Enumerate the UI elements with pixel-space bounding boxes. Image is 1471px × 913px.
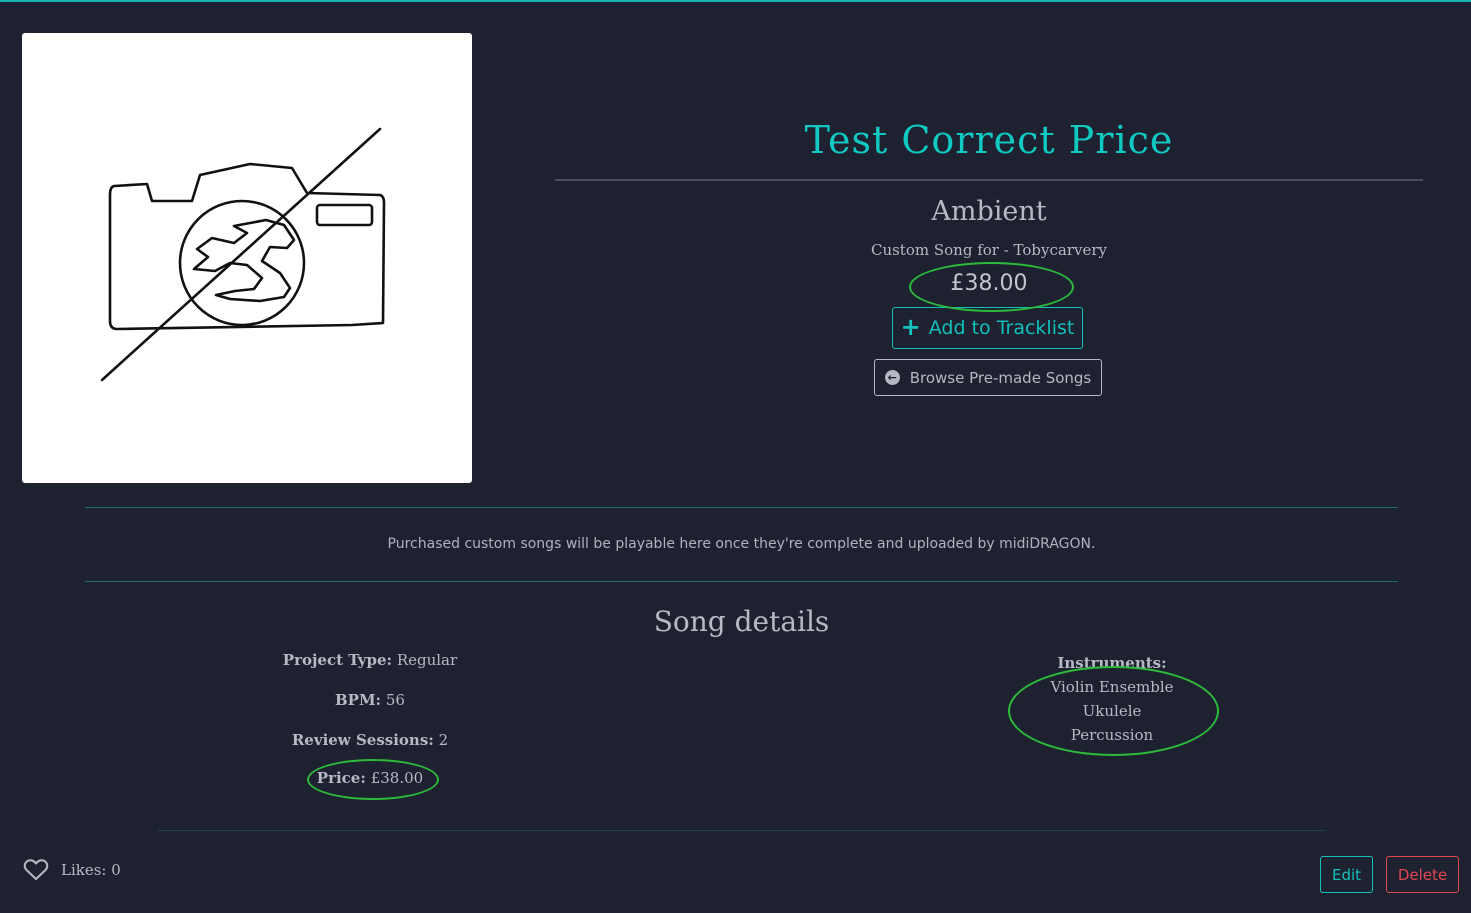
- review-sessions-label: Review Sessions:: [291, 731, 434, 749]
- plus-icon: +: [900, 313, 921, 341]
- likes-label: Likes:: [61, 861, 107, 879]
- playback-notice: Purchased custom songs will be playable …: [387, 536, 1096, 552]
- likes-control: Likes: 0: [23, 858, 121, 882]
- section-divider-bottom: [85, 581, 1398, 582]
- review-sessions-row: Review Sessions: 2: [170, 731, 570, 749]
- heart-icon[interactable]: [23, 858, 49, 882]
- bpm-row: BPM: 56: [170, 691, 570, 709]
- price-value: £38.00: [370, 769, 424, 787]
- project-type-value: Regular: [396, 651, 458, 669]
- price-row: Price: £38.00: [170, 769, 570, 787]
- genre-heading: Ambient: [931, 196, 1047, 227]
- product-image: [22, 33, 472, 483]
- custom-song-subtitle: Custom Song for - Tobycarvery: [870, 241, 1108, 259]
- bpm-label: BPM:: [335, 691, 382, 709]
- delete-button[interactable]: Delete: [1386, 856, 1459, 893]
- project-type-row: Project Type: Regular: [170, 651, 570, 669]
- instruments-label: Instruments:: [1057, 654, 1167, 672]
- browse-premade-songs-label: Browse Pre-made Songs: [909, 368, 1092, 387]
- instrument-item: Violin Ensemble: [1050, 678, 1174, 696]
- browse-premade-songs-button[interactable]: ← Browse Pre-made Songs: [874, 359, 1102, 396]
- title-divider: [555, 179, 1423, 181]
- instrument-item: Ukulele: [1082, 702, 1142, 720]
- top-accent-rule: [0, 0, 1471, 2]
- likes-count: 0: [111, 861, 121, 879]
- no-image-camera-dragon-icon: [100, 127, 386, 382]
- price-label: Price:: [316, 769, 366, 787]
- arrow-left-circle-icon: ←: [884, 370, 900, 385]
- song-details-heading: Song details: [653, 605, 830, 638]
- instrument-item: Percussion: [1070, 726, 1154, 744]
- review-sessions-value: 2: [438, 731, 449, 749]
- instruments-block: Instruments: Violin Ensemble Ukulele Per…: [962, 651, 1262, 747]
- bpm-value: 56: [385, 691, 405, 709]
- edit-button[interactable]: Edit: [1320, 856, 1373, 893]
- add-to-tracklist-label: Add to Tracklist: [928, 317, 1075, 339]
- footer-divider: [158, 830, 1325, 831]
- section-divider-top: [85, 507, 1398, 508]
- add-to-tracklist-button[interactable]: + Add to Tracklist: [892, 307, 1083, 349]
- price-display: £38.00: [950, 271, 1028, 296]
- page-title: Test Correct Price: [804, 118, 1174, 162]
- project-type-label: Project Type:: [282, 651, 393, 669]
